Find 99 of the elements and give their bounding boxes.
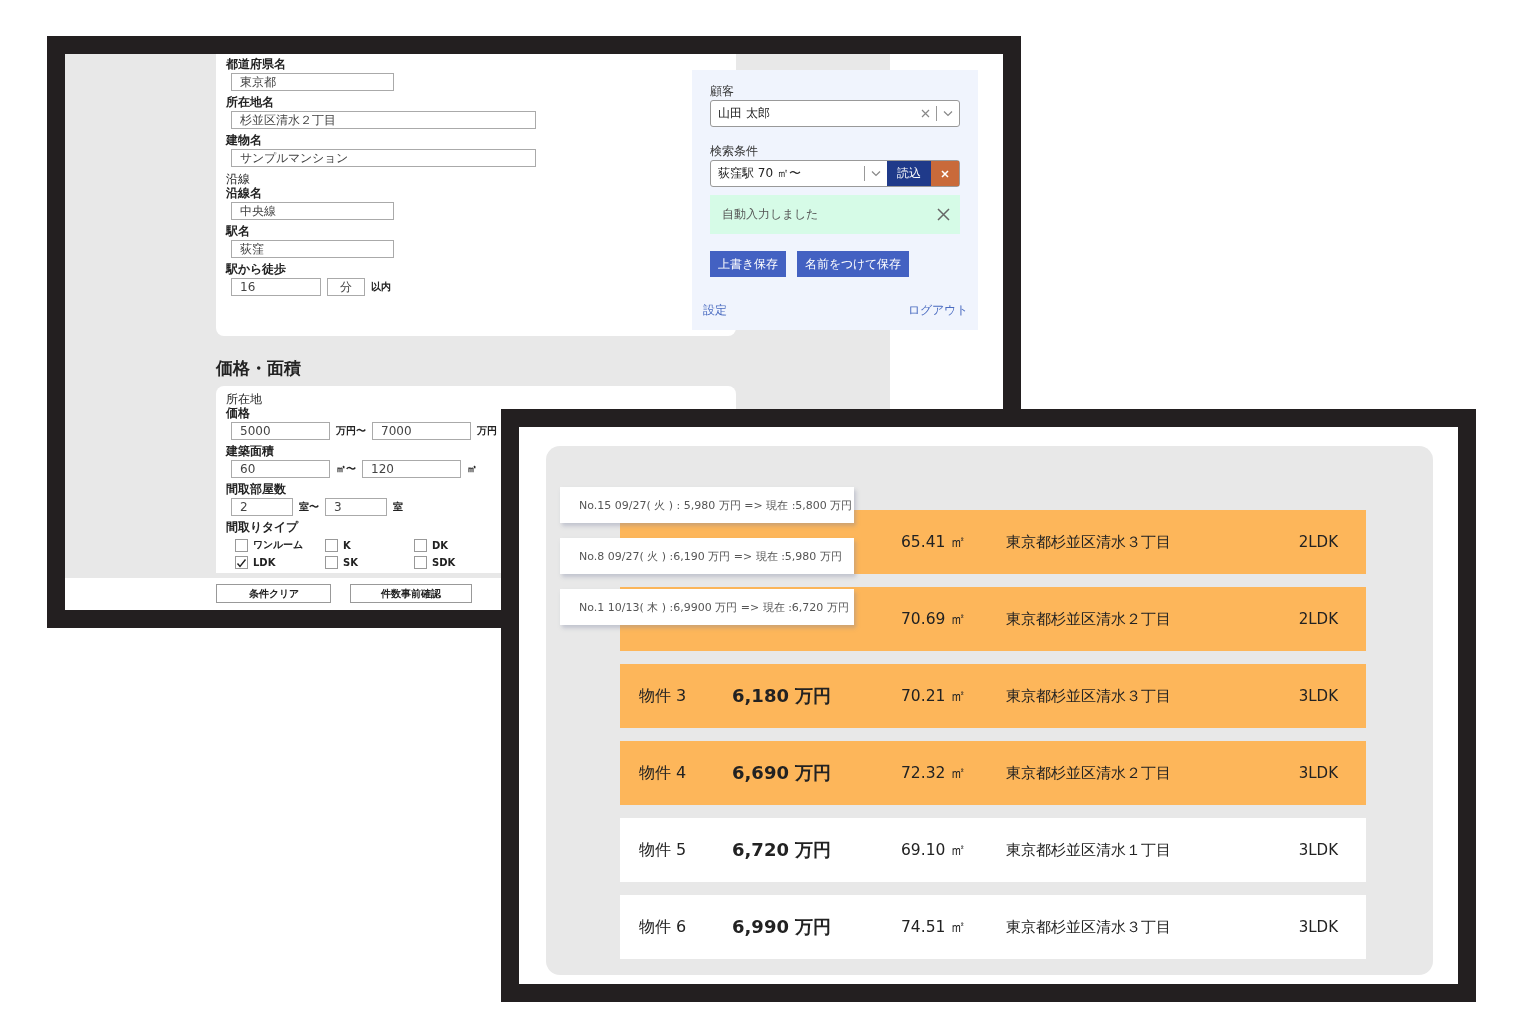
text-field[interactable]: 16 bbox=[231, 278, 321, 296]
field-label: 間取部屋数 bbox=[226, 483, 286, 496]
remove-button[interactable] bbox=[931, 161, 959, 186]
property-address: 東京都杉並区清水２丁目 bbox=[1006, 763, 1172, 783]
property-layout: 3LDK bbox=[1298, 687, 1338, 705]
property-name: 物件 4 bbox=[639, 762, 688, 784]
property-layout: 3LDK bbox=[1298, 918, 1338, 936]
clear-icon bbox=[921, 109, 930, 118]
unit-label: 以内 bbox=[371, 280, 391, 294]
text-field[interactable]: 60 bbox=[231, 460, 330, 478]
unit-label: 室〜 bbox=[299, 500, 319, 514]
section-title: 所在地 bbox=[226, 392, 262, 406]
unit-field: 分 bbox=[327, 278, 365, 296]
checkbox-label: SK bbox=[343, 557, 358, 568]
customer-select[interactable]: 山田 太郎 bbox=[710, 100, 960, 127]
form-button[interactable]: 件数事前確認 bbox=[350, 584, 472, 603]
property-address: 東京都杉並区清水１丁目 bbox=[1006, 840, 1172, 860]
save-button[interactable]: 上書き保存 bbox=[710, 251, 786, 277]
listing-row[interactable]: 物件 5 6,720 万円 69.10 ㎡ 東京都杉並区清水１丁目 3LDK bbox=[620, 818, 1366, 882]
property-price: 6,180 万円 bbox=[732, 684, 833, 708]
close-icon bbox=[937, 208, 950, 221]
checkbox-label: DK bbox=[432, 539, 449, 551]
text-field[interactable]: サンプルマンション bbox=[231, 149, 536, 167]
property-address: 東京都杉並区清水２丁目 bbox=[1006, 609, 1172, 629]
text-field[interactable]: 荻窪 bbox=[231, 240, 394, 258]
section-title: 沿線 bbox=[226, 172, 250, 186]
condition-select[interactable]: 荻窪駅 70 ㎡〜 読込 bbox=[710, 160, 960, 187]
price-change-notification: No.8 09/27( 火 ) :6,190 万円 => 現在 :5,980 万円 bbox=[560, 538, 854, 574]
text-field[interactable]: 杉並区清水２丁目 bbox=[231, 111, 536, 129]
text-field[interactable]: 2 bbox=[231, 498, 293, 516]
checkbox-label: LDK bbox=[253, 557, 276, 568]
text-field[interactable]: 7000 bbox=[372, 422, 471, 440]
field-label: 駅から徒歩 bbox=[226, 263, 286, 276]
checkbox[interactable] bbox=[325, 556, 338, 569]
property-address: 東京都杉並区清水３丁目 bbox=[1006, 917, 1172, 937]
text-field[interactable]: 東京都 bbox=[231, 73, 394, 91]
section-heading: 価格・面積 bbox=[216, 357, 302, 380]
field-label: 所在地名 bbox=[226, 96, 274, 109]
select-value: 荻窪駅 70 ㎡〜 bbox=[717, 165, 802, 182]
property-layout: 3LDK bbox=[1298, 764, 1338, 782]
property-price: 6,990 万円 bbox=[732, 915, 833, 939]
property-address: 東京都杉並区清水３丁目 bbox=[1006, 686, 1172, 706]
chevron-down-icon bbox=[943, 110, 953, 117]
property-name: 物件 5 bbox=[639, 839, 688, 861]
form-button[interactable]: 条件クリア bbox=[216, 584, 331, 603]
checkbox[interactable] bbox=[235, 538, 248, 552]
logout-link[interactable]: ログアウト bbox=[908, 302, 968, 319]
field-label: 沿線名 bbox=[226, 187, 262, 200]
field-label: 建築面積 bbox=[226, 445, 274, 458]
property-area: 65.41 ㎡ bbox=[901, 531, 1006, 553]
property-name: 物件 6 bbox=[639, 916, 688, 938]
property-area: 70.21 ㎡ bbox=[901, 685, 1006, 707]
close-icon bbox=[941, 169, 949, 178]
unit-label: 室 bbox=[393, 500, 403, 514]
listing-row[interactable]: 物件 3 6,180 万円 70.21 ㎡ 東京都杉並区清水３丁目 3LDK bbox=[620, 664, 1366, 728]
property-address: 東京都杉並区清水３丁目 bbox=[1006, 532, 1172, 552]
field-label: 間取りタイプ bbox=[226, 521, 298, 534]
price-change-notification: No.1 10/13( 木 ) :6,9900 万円 => 現在 :6,720 万円 bbox=[560, 589, 854, 625]
unit-label: ㎡ bbox=[467, 462, 477, 476]
alert-message: 自動入力しました bbox=[722, 206, 818, 223]
listing-row[interactable]: 物件 4 6,690 万円 72.32 ㎡ 東京都杉並区清水２丁目 3LDK bbox=[620, 741, 1366, 805]
checkbox[interactable] bbox=[325, 538, 338, 552]
field-label: 駅名 bbox=[226, 225, 250, 238]
field-label: 顧客 bbox=[710, 84, 735, 98]
text-field[interactable]: 5000 bbox=[231, 422, 330, 440]
text-field[interactable]: 3 bbox=[325, 498, 387, 516]
property-price: 6,720 万円 bbox=[732, 838, 833, 862]
property-layout: 2LDK bbox=[1298, 533, 1338, 551]
select-value: 山田 太郎 bbox=[717, 105, 771, 122]
listing-row[interactable]: 物件 6 6,990 万円 74.51 ㎡ 東京都杉並区清水３丁目 3LDK bbox=[620, 895, 1366, 959]
check-icon bbox=[236, 557, 247, 568]
field-label: 価格 bbox=[226, 407, 250, 420]
property-name: 物件 3 bbox=[639, 685, 688, 707]
checkbox[interactable] bbox=[414, 556, 427, 569]
checkbox[interactable] bbox=[235, 556, 248, 569]
field-label: 都道府県名 bbox=[226, 58, 286, 71]
chevron-down-icon bbox=[871, 170, 881, 177]
unit-label: ㎡〜 bbox=[336, 462, 356, 476]
checkbox-label: K bbox=[343, 539, 351, 551]
checkbox[interactable] bbox=[414, 538, 427, 552]
price-change-notification: No.15 09/27( 火 ) : 5,980 万円 => 現在 :5,800 万円 bbox=[560, 487, 854, 523]
unit-label: 万円〜 bbox=[336, 424, 366, 438]
property-layout: 2LDK bbox=[1298, 610, 1338, 628]
property-price: 6,690 万円 bbox=[732, 761, 833, 785]
field-label: 建物名 bbox=[226, 134, 262, 147]
property-area: 72.32 ㎡ bbox=[901, 762, 1006, 784]
property-area: 70.69 ㎡ bbox=[901, 608, 1006, 630]
unit-label: 万円 bbox=[477, 424, 497, 438]
field-label: 検索条件 bbox=[710, 144, 759, 158]
checkbox-label: ワンルーム bbox=[253, 538, 303, 552]
checkbox-label: SDK bbox=[432, 557, 456, 568]
save-button[interactable]: 名前をつけて保存 bbox=[797, 251, 909, 277]
property-area: 69.10 ㎡ bbox=[901, 839, 1006, 861]
load-button[interactable]: 読込 bbox=[887, 161, 931, 186]
property-layout: 3LDK bbox=[1298, 841, 1338, 859]
settings-link[interactable]: 設定 bbox=[703, 302, 727, 319]
text-field[interactable]: 中央線 bbox=[231, 202, 394, 220]
text-field[interactable]: 120 bbox=[362, 460, 461, 478]
property-area: 74.51 ㎡ bbox=[901, 916, 1006, 938]
